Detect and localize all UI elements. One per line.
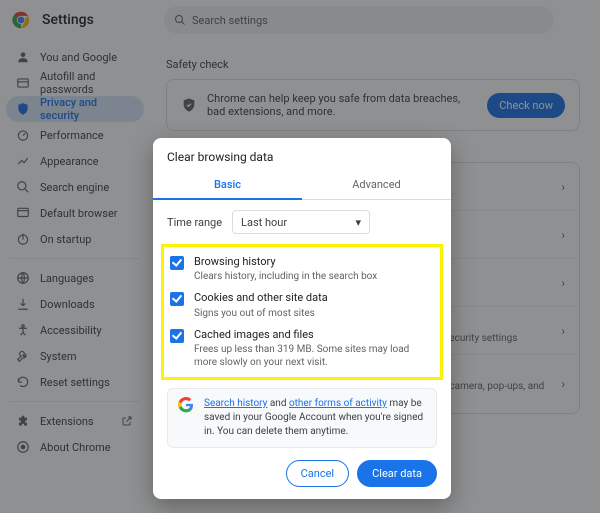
option-cookies[interactable]: Cookies and other site data Signs you ou… <box>168 287 436 323</box>
option-sub: Frees up less than 319 MB. Some sites ma… <box>194 343 434 369</box>
time-range-label: Time range <box>167 216 222 229</box>
checkbox-cached[interactable] <box>170 329 184 343</box>
checkbox-browsing-history[interactable] <box>170 256 184 270</box>
google-g-icon <box>178 397 194 439</box>
option-sub: Signs you out of most sites <box>194 307 328 320</box>
option-sub: Clears history, including in the search … <box>194 270 377 283</box>
time-range-select[interactable]: Last hour ▾ <box>232 210 370 234</box>
time-range-value: Last hour <box>241 216 287 229</box>
checkbox-cookies[interactable] <box>170 292 184 306</box>
modal-tabs: Basic Advanced <box>153 170 451 200</box>
google-account-info: Search history and other forms of activi… <box>167 388 437 448</box>
chevron-down-icon: ▾ <box>356 216 362 229</box>
option-title: Browsing history <box>194 255 276 268</box>
clear-browsing-data-modal: Clear browsing data Basic Advanced Time … <box>153 138 451 499</box>
tab-basic[interactable]: Basic <box>153 170 302 199</box>
option-browsing-history[interactable]: Browsing history Clears history, includi… <box>168 251 436 287</box>
option-title: Cached images and files <box>194 328 314 341</box>
tab-advanced[interactable]: Advanced <box>302 170 451 199</box>
option-cached[interactable]: Cached images and files Frees up less th… <box>168 324 436 373</box>
info-text: Search history and other forms of activi… <box>204 397 426 439</box>
other-activity-link[interactable]: other forms of activity <box>289 398 387 409</box>
modal-buttons: Cancel Clear data <box>153 448 451 499</box>
clear-data-button[interactable]: Clear data <box>357 460 437 487</box>
time-range-row: Time range Last hour ▾ <box>153 200 451 244</box>
option-title: Cookies and other site data <box>194 291 328 304</box>
search-history-link[interactable]: Search history <box>204 398 267 409</box>
highlighted-options: Browsing history Clears history, includi… <box>161 244 443 380</box>
cancel-button[interactable]: Cancel <box>286 460 349 487</box>
modal-title: Clear browsing data <box>153 138 451 170</box>
